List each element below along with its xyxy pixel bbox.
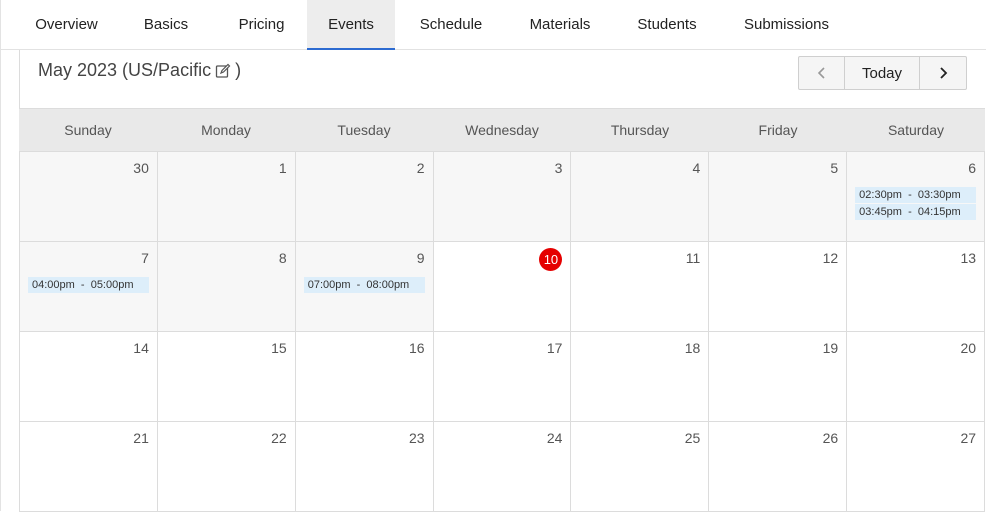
weekday-friday: Friday [758, 122, 798, 138]
tab-materials[interactable]: Materials [507, 0, 613, 49]
date-number: 18 [684, 340, 701, 356]
day-cell[interactable]: 19 [709, 332, 848, 422]
tab-pricing[interactable]: Pricing [216, 0, 307, 49]
day-cell[interactable]: 23 [295, 422, 434, 512]
date-number: 23 [409, 430, 425, 446]
date-number: 7 [141, 250, 149, 266]
prev-month-button[interactable] [799, 57, 846, 89]
date-number: 14 [133, 340, 149, 356]
event-item[interactable]: 02:30pm - 03:30pm [855, 187, 977, 203]
day-cell[interactable]: 9 07:00pm - 08:00pm [295, 242, 434, 332]
date-number: 30 [133, 160, 149, 176]
day-cell[interactable]: 21 [19, 422, 158, 512]
date-number: 1 [278, 160, 287, 176]
next-month-button[interactable] [920, 57, 966, 89]
weekday-wednesday: Wednesday [465, 122, 539, 138]
weekday-sunday: Sunday [64, 122, 112, 138]
chevron-right-icon [940, 67, 948, 79]
week-row: 21 22 23 24 25 26 27 [19, 422, 986, 512]
month-grid: Sunday Monday Tuesday Wednesday Thursday Frid… [19, 108, 986, 512]
day-cell[interactable]: 1 [157, 152, 296, 242]
today-date-number: 10 [539, 248, 563, 271]
day-cell[interactable]: 16 [295, 332, 434, 422]
day-cell[interactable]: 4 [571, 152, 710, 242]
date-number: 20 [960, 340, 977, 356]
tab-schedule[interactable]: Schedule [395, 0, 507, 49]
day-cell[interactable]: 7 04:00pm - 05:00pm [19, 242, 158, 332]
date-number: 22 [271, 430, 287, 446]
edit-icon[interactable] [215, 63, 231, 79]
day-cell[interactable]: 11 [571, 242, 710, 332]
event-item[interactable]: 04:00pm - 05:00pm [28, 277, 149, 293]
date-number: 3 [554, 160, 563, 176]
day-cell[interactable]: 14 [19, 332, 158, 422]
calendar-title-text: May 2023 (US/Pacific [38, 60, 212, 80]
date-number: 17 [546, 340, 563, 356]
weekday-tuesday: Tuesday [337, 122, 391, 138]
date-number: 19 [822, 340, 839, 356]
day-cell[interactable]: 27 [847, 422, 986, 512]
week-row: 7 04:00pm - 05:00pm 8 9 07:00pm - 08:00pm 10 1… [19, 242, 986, 332]
day-cell[interactable]: 24 [433, 422, 572, 512]
date-number: 4 [692, 160, 701, 176]
date-number: 16 [409, 340, 425, 356]
day-cell[interactable]: 13 [847, 242, 986, 332]
date-number: 26 [822, 430, 839, 446]
day-cell[interactable]: 22 [157, 422, 296, 512]
day-cell[interactable]: 6 02:30pm - 03:30pm 03:45pm - 04:15pm [847, 152, 986, 242]
day-cell[interactable]: 8 [157, 242, 296, 332]
week-row: 30 1 2 3 4 5 6 02:30pm - 03:30pm 03:45pm - 04:15… [19, 152, 986, 242]
date-number: 13 [960, 250, 977, 266]
day-cell[interactable]: 10 [433, 242, 572, 332]
calendar-nav: Today [798, 56, 967, 90]
weekday-thursday: Thursday [610, 122, 670, 138]
date-number: 6 [968, 160, 977, 176]
tab-overview[interactable]: Overview [17, 0, 116, 49]
event-item[interactable]: 07:00pm - 08:00pm [303, 277, 425, 293]
weekday-header: Sunday Monday Tuesday Wednesday Thursday Frid… [19, 108, 985, 152]
day-cell[interactable]: 3 [433, 152, 572, 242]
tab-submissions[interactable]: Submissions [721, 0, 852, 49]
weekday-saturday: Saturday [887, 122, 945, 138]
date-number: 27 [960, 430, 977, 446]
date-number: 24 [546, 430, 563, 446]
weekday-monday: Monday [201, 122, 251, 138]
day-cell[interactable]: 18 [571, 332, 710, 422]
day-cell[interactable]: 17 [433, 332, 572, 422]
course-tabs: Overview Basics Pricing Events Schedule … [0, 0, 986, 511]
day-cell[interactable]: 2 [295, 152, 434, 242]
date-number: 21 [133, 430, 149, 446]
day-cell[interactable]: 25 [571, 422, 710, 512]
calendar-title-suffix: ) [235, 60, 242, 80]
date-number: 2 [416, 160, 425, 176]
day-cell[interactable]: 20 [847, 332, 986, 422]
day-cell[interactable]: 26 [709, 422, 848, 512]
date-number: 5 [830, 160, 839, 176]
left-border [0, 0, 1, 511]
week-row: 14 15 16 17 18 19 20 [19, 332, 986, 422]
day-cell[interactable]: 5 [709, 152, 848, 242]
date-number: 8 [278, 250, 287, 266]
tab-events[interactable]: Events [307, 0, 395, 50]
day-cell[interactable]: 15 [157, 332, 296, 422]
day-cell[interactable]: 12 [709, 242, 848, 332]
day-cell[interactable]: 30 [19, 152, 158, 242]
date-number: 12 [822, 250, 839, 266]
tab-students[interactable]: Students [613, 0, 721, 49]
date-number: 15 [271, 340, 287, 356]
chevron-left-icon [817, 67, 825, 79]
date-number: 11 [685, 250, 701, 266]
event-item[interactable]: 03:45pm - 04:15pm [855, 204, 977, 220]
tab-basics[interactable]: Basics [116, 0, 216, 49]
calendar-title: May 2023 (US/Pacific ) [38, 60, 241, 81]
date-number: 9 [416, 250, 425, 266]
date-number: 25 [684, 430, 701, 446]
today-button[interactable]: Today [845, 57, 920, 89]
